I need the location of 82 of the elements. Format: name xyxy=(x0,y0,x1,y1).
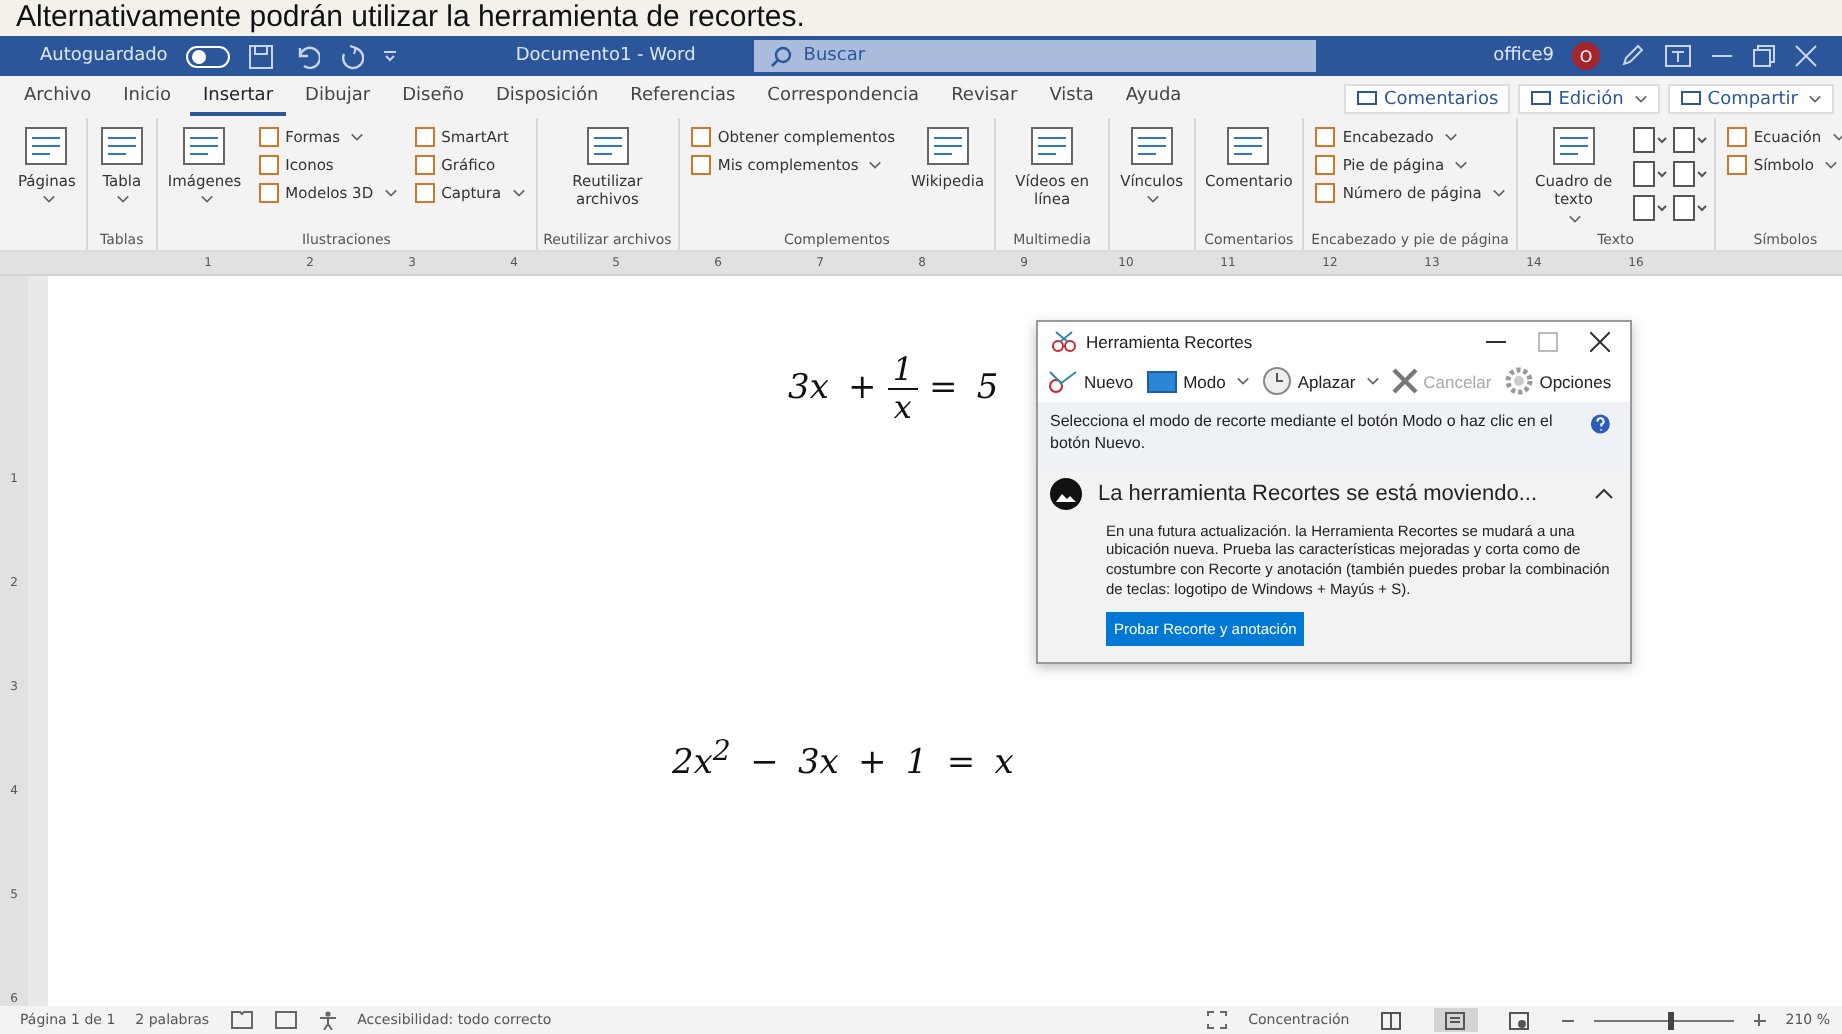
command-icon xyxy=(689,126,712,148)
ribbon-tab[interactable]: Correspondencia xyxy=(755,82,932,116)
autosave-label: Autoguardado xyxy=(40,46,168,66)
command-icon xyxy=(257,154,280,176)
text-tool-icon[interactable] xyxy=(1671,126,1708,154)
text-tool-icon[interactable] xyxy=(1631,126,1668,154)
maximize-icon xyxy=(1538,332,1558,352)
clock-icon xyxy=(1261,366,1292,396)
ribbon-tab[interactable]: Vista xyxy=(1037,82,1106,116)
pen-icon[interactable] xyxy=(1618,42,1646,70)
gear-icon xyxy=(1503,366,1534,396)
save-icon[interactable] xyxy=(247,43,274,69)
ribbon-action-button[interactable]: Edición xyxy=(1518,84,1660,114)
close-icon[interactable] xyxy=(1590,332,1610,352)
toolbar-button[interactable]: Aplazar xyxy=(1261,366,1380,396)
command-icon xyxy=(689,154,712,176)
user-name: office9 xyxy=(1493,46,1554,66)
ribbon-tab[interactable]: Dibujar xyxy=(293,82,383,116)
ribbon-tab[interactable]: Referencias xyxy=(618,82,748,116)
text-tool-icon[interactable] xyxy=(1631,194,1668,222)
notice-title: La herramienta Recortes se está moviendo... xyxy=(1098,481,1538,506)
command-icon xyxy=(1224,124,1273,168)
autosave-toggle[interactable] xyxy=(185,45,230,67)
restore-icon[interactable] xyxy=(1752,44,1776,68)
toolbar-button[interactable]: Opciones xyxy=(1503,366,1612,396)
text-tool-icon[interactable] xyxy=(1631,160,1668,188)
command-icon xyxy=(413,126,436,148)
cross-icon xyxy=(1391,368,1418,394)
view-button[interactable] xyxy=(1433,1008,1478,1032)
command-icon xyxy=(413,154,436,176)
action-icon xyxy=(1530,88,1553,110)
ribbon-tab[interactable]: Diseño xyxy=(390,82,476,116)
ribbon-tab[interactable]: Archivo xyxy=(12,82,104,116)
ribbon-action-button[interactable]: Comentarios xyxy=(1343,84,1511,114)
command-icon xyxy=(257,182,280,204)
focus-icon[interactable] xyxy=(1206,1010,1229,1030)
toolbar-button[interactable]: Modo xyxy=(1145,369,1250,393)
command-icon xyxy=(180,124,229,168)
command-icon xyxy=(583,124,632,168)
page-icon xyxy=(1444,1011,1467,1029)
chevron-icon[interactable] xyxy=(1594,486,1614,501)
book-icon xyxy=(1380,1011,1403,1029)
globe-page-icon xyxy=(1508,1011,1531,1029)
text-tool-icon[interactable] xyxy=(1671,160,1708,188)
command-icon xyxy=(413,182,436,204)
book-icon[interactable] xyxy=(229,1010,254,1030)
command-icon xyxy=(257,126,280,148)
help-icon[interactable] xyxy=(1589,412,1610,436)
command-icon xyxy=(1314,182,1337,204)
command-icon xyxy=(1028,124,1077,168)
search-icon xyxy=(769,45,792,67)
equation: 2x$^{2}$ − 3x + 1 = x xyxy=(672,736,1014,784)
command-icon xyxy=(1127,124,1176,168)
command-icon xyxy=(923,124,972,168)
ribbon-tab[interactable]: Ayuda xyxy=(1113,82,1194,116)
command-icon xyxy=(1314,126,1337,148)
toolbar-button[interactable]: Nuevo xyxy=(1046,367,1134,395)
ribbon-action-button[interactable]: Compartir xyxy=(1667,84,1834,114)
instruction-text: Selecciona el modo de recorte mediante el botón Modo o haz clic en el botón Nuevo. xyxy=(1050,412,1555,456)
command-icon xyxy=(1549,124,1598,168)
customize-icon[interactable] xyxy=(381,48,398,64)
caption-text: Alternativamente podrán utilizar la herramienta de recortes. xyxy=(0,0,1842,36)
user-avatar[interactable]: O xyxy=(1572,42,1600,70)
command-icon xyxy=(22,124,71,168)
text-tool-icon[interactable] xyxy=(1671,194,1708,222)
action-icon xyxy=(1679,88,1702,110)
command-icon xyxy=(1725,154,1748,176)
zoom-thumb[interactable] xyxy=(1668,1011,1675,1029)
redo-icon[interactable] xyxy=(337,43,364,69)
action-icon xyxy=(1355,88,1378,110)
ribbon-tab[interactable]: Revisar xyxy=(939,82,1030,116)
command-icon xyxy=(1725,126,1748,148)
ribbon-tab[interactable]: Inicio xyxy=(111,82,183,116)
mountain-logo-icon xyxy=(1050,477,1082,510)
document-title: Documento1 - Word xyxy=(515,46,696,66)
accessibility-icon[interactable] xyxy=(317,1010,338,1030)
ribbon-display-icon[interactable] xyxy=(1664,44,1692,68)
ribbon-tab[interactable]: Disposición xyxy=(483,82,611,116)
window-title: Herramienta Recortes xyxy=(1086,332,1253,352)
rectangle-icon xyxy=(1145,369,1178,393)
command-icon xyxy=(97,124,146,168)
command-icon xyxy=(1314,154,1337,176)
